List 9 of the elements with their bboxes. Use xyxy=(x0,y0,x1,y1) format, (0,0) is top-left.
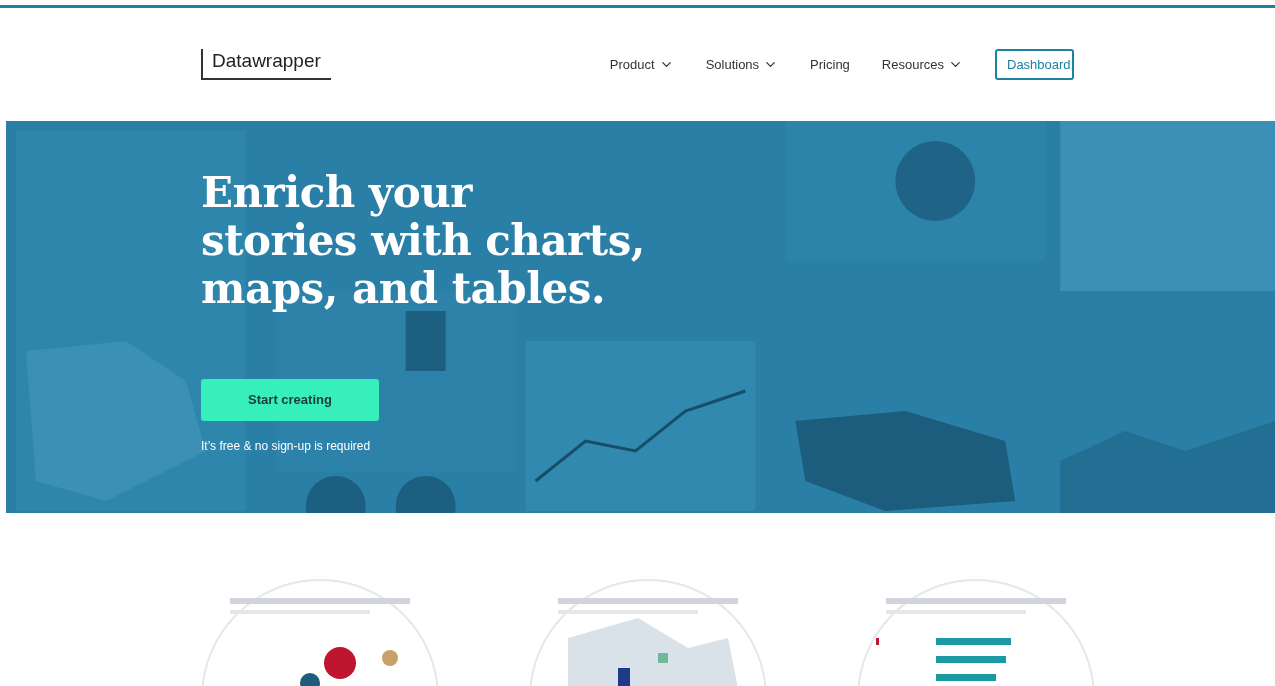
signup-note: It’s free & no sign-up is required xyxy=(201,438,371,455)
logo[interactable]: Datawrapper xyxy=(201,49,331,80)
nav-link[interactable]: Pricing xyxy=(810,54,850,75)
nav-link[interactable]: Resources xyxy=(881,54,963,75)
start-creating-button[interactable]: Start creating xyxy=(201,379,379,421)
dashboard-button[interactable]: Dashboard xyxy=(995,49,1074,80)
nav-link[interactable]: Product xyxy=(609,54,674,75)
headline: Enrich your stories with charts, maps, and tables. xyxy=(201,169,645,313)
nav-link[interactable]: Solutions xyxy=(705,54,779,75)
